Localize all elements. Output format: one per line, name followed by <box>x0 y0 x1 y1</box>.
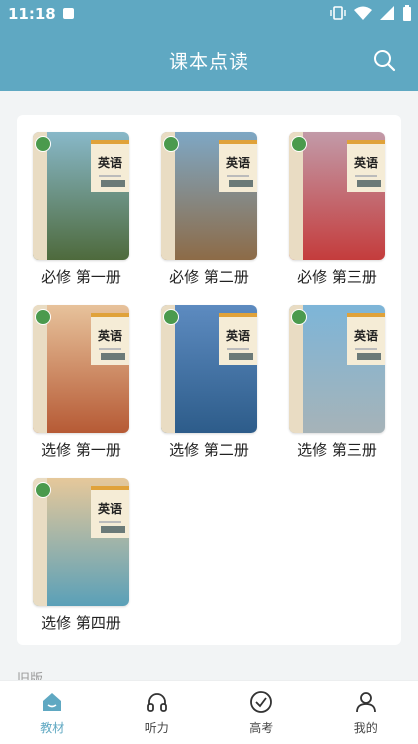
cover-title: 英语 <box>219 327 257 344</box>
cover-title: 英语 <box>91 500 129 517</box>
notification-icon <box>63 8 74 19</box>
cover-title-tag: 英语 <box>91 140 129 192</box>
user-icon <box>354 690 378 714</box>
home-icon <box>40 690 64 714</box>
publisher-logo-icon <box>163 136 179 152</box>
publisher-logo-icon <box>163 309 179 325</box>
cover-volume-band <box>229 180 253 187</box>
cover-title: 英语 <box>347 154 385 171</box>
cover-volume-band <box>101 526 125 533</box>
textbook-label[interactable]: 必修 第三册 <box>277 266 397 287</box>
tab-textbook[interactable]: 教材 <box>0 681 105 744</box>
cover-volume-band <box>101 353 125 360</box>
cover-volume-band <box>357 353 381 360</box>
cover-title-tag: 英语 <box>91 486 129 538</box>
publisher-logo-icon <box>35 136 51 152</box>
page-title: 课本点读 <box>0 47 418 74</box>
headphones-icon <box>145 690 169 714</box>
cover-subtitle-line <box>227 348 249 350</box>
status-bar: 11:18 <box>0 0 418 28</box>
publisher-logo-icon <box>35 482 51 498</box>
cover-title: 英语 <box>219 154 257 171</box>
tab-gaokao[interactable]: 高考 <box>209 681 314 744</box>
cover-title: 英语 <box>91 327 129 344</box>
vibrate-icon <box>330 5 346 21</box>
status-icons <box>330 5 412 21</box>
publisher-logo-icon <box>291 309 307 325</box>
cover-title-tag: 英语 <box>347 140 385 192</box>
cover-volume-band <box>357 180 381 187</box>
textbook-cover[interactable]: 英语 <box>33 132 129 260</box>
textbook-label[interactable]: 选修 第二册 <box>149 439 269 460</box>
textbook-cover[interactable]: 英语 <box>289 305 385 433</box>
cover-title: 英语 <box>91 154 129 171</box>
textbook-cover[interactable]: 英语 <box>161 132 257 260</box>
cover-subtitle-line <box>355 348 377 350</box>
cover-subtitle-line <box>99 521 121 523</box>
textbook-cover[interactable]: 英语 <box>33 478 129 606</box>
app-header: 课本点读 <box>0 28 418 91</box>
cover-subtitle-line <box>99 348 121 350</box>
cover-volume-band <box>101 180 125 187</box>
tab-label: 教材 <box>0 719 105 736</box>
textbook-label[interactable]: 必修 第二册 <box>149 266 269 287</box>
cover-title-tag: 英语 <box>219 140 257 192</box>
check-circle-icon <box>249 690 273 714</box>
publisher-logo-icon <box>291 136 307 152</box>
textbook-label[interactable]: 必修 第一册 <box>21 266 141 287</box>
status-time: 11:18 <box>8 5 56 23</box>
textbook-cover[interactable]: 英语 <box>161 305 257 433</box>
tab-label: 听力 <box>105 719 210 736</box>
textbook-cover[interactable]: 英语 <box>33 305 129 433</box>
cover-subtitle-line <box>99 175 121 177</box>
cover-title-tag: 英语 <box>219 313 257 365</box>
cover-title-tag: 英语 <box>91 313 129 365</box>
publisher-logo-icon <box>35 309 51 325</box>
tab-label: 高考 <box>209 719 314 736</box>
cover-volume-band <box>229 353 253 360</box>
textbook-cover[interactable]: 英语 <box>289 132 385 260</box>
tab-label: 我的 <box>314 719 418 736</box>
tab-mine[interactable]: 我的 <box>314 681 418 744</box>
signal-icon <box>380 6 394 20</box>
cover-subtitle-line <box>227 175 249 177</box>
textbook-label[interactable]: 选修 第一册 <box>21 439 141 460</box>
cover-title-tag: 英语 <box>347 313 385 365</box>
textbook-grid: 英语必修 第一册英语必修 第二册英语必修 第三册英语选修 第一册英语选修 第二册… <box>17 115 401 645</box>
battery-icon <box>402 5 412 21</box>
search-icon[interactable] <box>372 48 396 72</box>
tab-listening[interactable]: 听力 <box>105 681 210 744</box>
bottom-tab-bar: 教材 听力 高考 我的 <box>0 680 418 744</box>
textbook-label[interactable]: 选修 第三册 <box>277 439 397 460</box>
cover-title: 英语 <box>347 327 385 344</box>
wifi-icon <box>354 6 372 20</box>
cover-subtitle-line <box>355 175 377 177</box>
textbook-label[interactable]: 选修 第四册 <box>21 612 141 633</box>
